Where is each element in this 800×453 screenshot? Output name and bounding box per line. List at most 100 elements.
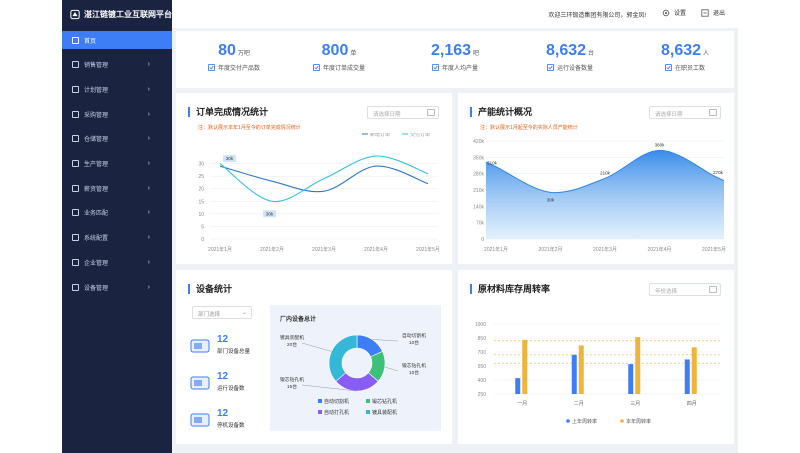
annotation-label: 30k xyxy=(266,211,274,216)
menu-item-icon xyxy=(72,85,79,93)
factory-devices-panel: 厂内设备总计 自动切割机 10台 锻芯钻孔机 10台 锻芯钻孔机 15台 镀具装配机 20台自… xyxy=(270,305,441,431)
kpi-value: 800 xyxy=(321,42,349,59)
kpi-label: 年度人均产量 xyxy=(441,66,478,72)
bar xyxy=(571,354,577,394)
x-tick-label: 四月 xyxy=(687,401,697,407)
y-tick-label: 30 xyxy=(198,162,204,168)
kpi-card: 2,163 吧年度人均产量 xyxy=(405,42,505,72)
menu-item-icon xyxy=(72,110,79,118)
topbar: 欢迎三环锻造集团有限公司，郭金凤! 设置 退出 xyxy=(172,0,738,28)
logout-button[interactable]: 退出 xyxy=(701,8,725,17)
kpi-icon xyxy=(312,64,320,71)
sidebar-item-10[interactable]: 设备管理 › xyxy=(62,278,172,296)
sidebar-item-2[interactable]: 计划管理 › xyxy=(62,80,172,98)
x-tick-label: 2021年2月 xyxy=(260,246,284,253)
orders-date-picker[interactable]: 请选择日期 xyxy=(367,106,439,119)
legend-label: 交付订单 xyxy=(410,133,430,138)
sidebar-item-5[interactable]: 生产管理 › xyxy=(62,155,172,173)
kpi-card: 800 单年度订单成交量 xyxy=(289,42,389,72)
legend-swatch xyxy=(366,399,370,403)
bar xyxy=(628,364,634,394)
device-stat-label: 部门设备总量 xyxy=(217,349,251,355)
capacity-date-picker[interactable]: 请选择日期 xyxy=(649,106,721,119)
bar xyxy=(515,378,521,394)
kpi-icon xyxy=(207,64,215,71)
sidebar-item-8[interactable]: 系统配置 › xyxy=(62,229,172,247)
department-select[interactable]: 部门选择 ⌄ xyxy=(192,306,252,319)
x-tick-label: 2021年5月 xyxy=(416,246,440,253)
orders-note: 注：默认展示本年1月至今的订单完成情况统计 xyxy=(198,125,301,131)
devices-card: 设备统计 部门选择 ⌄ 12 部门设备总量 12 运行设备数 12 停机设备数 厂内设备总… xyxy=(176,270,452,444)
legend-swatch xyxy=(318,399,322,403)
x-tick-label: 三月 xyxy=(630,401,640,407)
y-tick-label: 850 xyxy=(478,336,487,342)
x-tick-label: 二月 xyxy=(574,401,584,407)
orders-chart: 0 5 10 15 20 25 30 2021年1月 2021年2月 2021年3月 2021年4月… xyxy=(198,133,440,253)
bar xyxy=(635,337,641,394)
legend-swatch xyxy=(566,419,570,423)
sidebar-item-label: 设备管理 xyxy=(84,285,109,292)
turnover-card: 原材料库存周转率 年份选择 250 400 550 700 850 1000 一月 二月 三月 四… xyxy=(458,270,734,444)
x-tick-label: 2021年1月 xyxy=(484,246,508,253)
x-tick-label: 2021年1月 xyxy=(208,246,232,253)
device-stat-label: 停机设备数 xyxy=(217,423,245,429)
turnover-year-picker[interactable]: 年份选择 xyxy=(649,283,721,296)
chevron-right-icon: › xyxy=(147,85,150,93)
chevron-right-icon: › xyxy=(147,209,150,217)
sidebar-item-label: 企业管理 xyxy=(84,260,109,267)
data-label: 210k xyxy=(600,170,611,175)
menu-item-icon xyxy=(72,36,79,44)
x-tick-label: 2021年2月 xyxy=(539,246,563,253)
y-tick-label: 1000 xyxy=(475,322,486,328)
y-tick-label: 0 xyxy=(481,237,484,243)
sidebar-item-4[interactable]: 仓储管理 › xyxy=(62,130,172,148)
sidebar-item-0[interactable]: 首页 xyxy=(62,31,172,49)
kpi-card: 8,632 人在职员工数 xyxy=(635,42,735,72)
bar xyxy=(578,345,584,394)
sidebar-item-9[interactable]: 企业管理 › xyxy=(62,253,172,271)
kpi-unit: 单 xyxy=(350,51,357,57)
department-select-placeholder: 部门选择 xyxy=(198,312,221,318)
annotation-label: 30k xyxy=(226,156,234,161)
menu-item-icon xyxy=(72,283,79,291)
devices-title: 设备统计 xyxy=(188,284,232,294)
sidebar-item-label: 系统配置 xyxy=(84,236,109,243)
kpi-value: 8,632 xyxy=(660,42,702,59)
capacity-chart: 0 70k 140k 210k 280k 350k 420k 2021年1月 2021年2月 20… xyxy=(473,139,726,253)
chevron-right-icon: › xyxy=(147,135,150,143)
y-tick-label: 15 xyxy=(198,199,204,205)
logout-label: 退出 xyxy=(712,11,725,17)
settings-button[interactable]: 设置 xyxy=(662,8,686,17)
x-tick-label: 2021年3月 xyxy=(593,246,617,253)
data-label: 270k xyxy=(713,170,724,175)
slice-label: 锻芯钻孔机 xyxy=(280,376,304,383)
data-label: 310k xyxy=(487,161,498,166)
y-tick-label: 550 xyxy=(478,364,487,370)
x-tick-label: 2021年4月 xyxy=(648,246,672,253)
y-tick-label: 700 xyxy=(478,350,487,356)
sidebar-item-label: 计划管理 xyxy=(84,87,109,94)
gear-icon xyxy=(662,9,670,16)
kpi-strip: 80 万吧 年度交付产品数 800 单年度订单成交量 2,163 吧年度人均产量 8,632 台… xyxy=(176,31,734,88)
series-line-1 xyxy=(219,155,429,202)
welcome-text: 欢迎三环锻造集团有限公司，郭金凤! xyxy=(548,13,646,19)
legend-swatch xyxy=(620,419,624,423)
x-tick-label: 2021年3月 xyxy=(312,246,336,253)
device-stat-value: 12 xyxy=(217,371,229,382)
capacity-note: 注：默认展示1月起至今的实际人员产能统计 xyxy=(480,125,578,131)
sidebar-item-3[interactable]: 采购管理 › xyxy=(62,105,172,123)
kpi-label: 年度订单成交量 xyxy=(322,66,365,72)
turnover-title: 原材料库存周转率 xyxy=(470,284,550,294)
kpi-icon xyxy=(431,64,439,71)
kpi-unit: 台 xyxy=(588,51,595,57)
y-tick-label: 0 xyxy=(201,237,204,243)
device-stat-label: 运行设备数 xyxy=(217,386,245,392)
sidebar-item-6[interactable]: 薪资管理 › xyxy=(62,179,172,197)
orders-card: 订单完成情况统计 注：默认展示本年1月至今的订单完成情况统计 请选择日期 0 5 1… xyxy=(176,93,452,264)
bar xyxy=(522,339,528,394)
sidebar-item-1[interactable]: 销售管理 › xyxy=(62,56,172,74)
device-stat-value: 12 xyxy=(217,408,229,419)
kpi-label: 运行设备数量 xyxy=(556,66,593,72)
sidebar-item-7[interactable]: 业务匹配 › xyxy=(62,204,172,222)
chevron-right-icon: › xyxy=(147,258,150,266)
